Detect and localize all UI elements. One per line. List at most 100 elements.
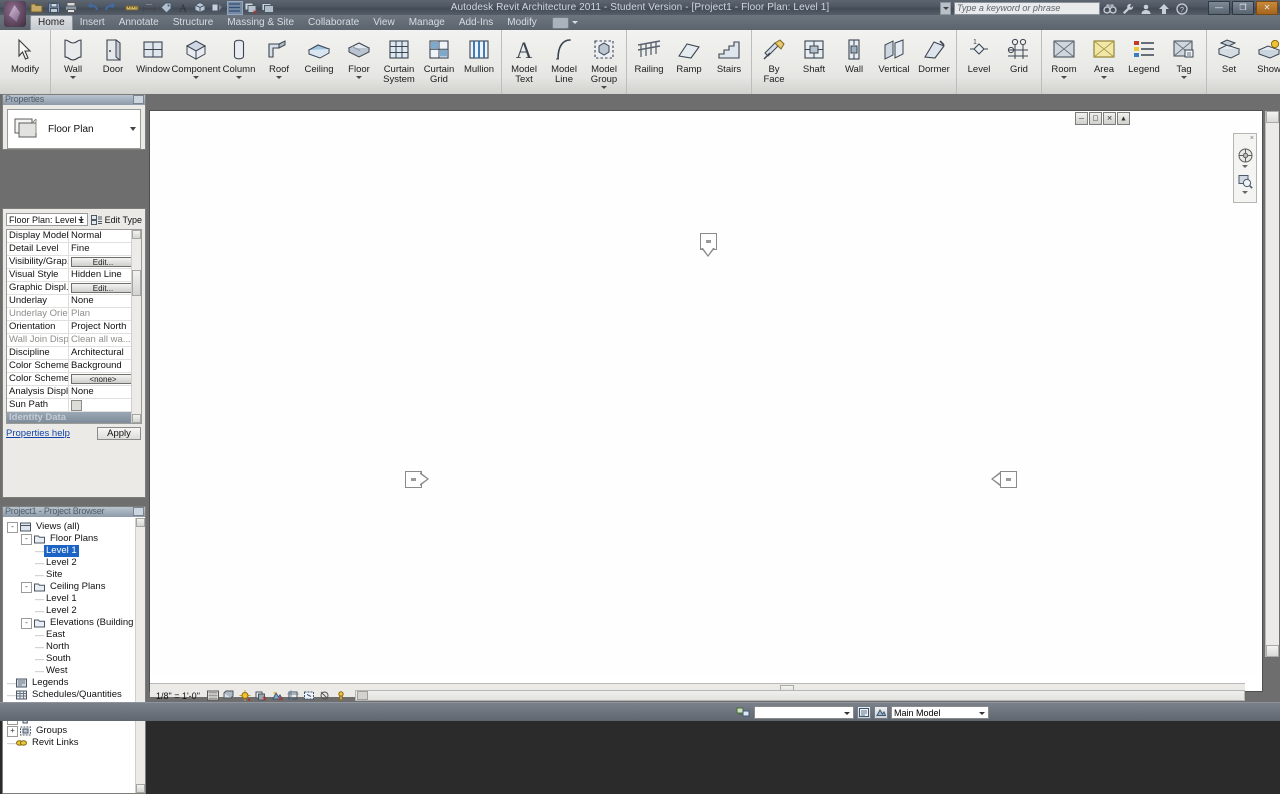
property-row[interactable]: Graphic Displ... Edit... bbox=[7, 282, 141, 295]
ribbon-tab-collaborate[interactable]: Collaborate bbox=[301, 15, 366, 30]
tree-item[interactable]: — South bbox=[3, 653, 145, 665]
collapse-icon[interactable]: - bbox=[21, 533, 32, 545]
ribbon-button-model-line[interactable]: Model Line bbox=[544, 32, 584, 85]
ribbon-button-ramp[interactable]: Ramp bbox=[669, 32, 709, 75]
ribbon-button-railing[interactable]: Railing bbox=[629, 32, 669, 75]
measure-icon[interactable] bbox=[125, 1, 141, 15]
property-row[interactable]: Sun Path bbox=[7, 399, 141, 412]
property-row[interactable]: Display Model Normal bbox=[7, 230, 141, 243]
binoculars-icon[interactable] bbox=[1103, 3, 1118, 15]
tree-item[interactable]: — East bbox=[3, 629, 145, 641]
apply-button[interactable]: Apply bbox=[97, 427, 141, 440]
property-row[interactable]: Visual Style Hidden Line bbox=[7, 269, 141, 282]
design-options-button[interactable] bbox=[874, 705, 888, 719]
chevron-down-icon[interactable] bbox=[77, 219, 84, 222]
ribbon-button-curtain-grid[interactable]: Curtain Grid bbox=[419, 32, 459, 85]
exchange-icon[interactable] bbox=[1157, 3, 1172, 15]
tree-item[interactable]: - Elevations (Building Elevation) bbox=[3, 617, 145, 629]
ribbon-tab-modify[interactable]: Modify bbox=[500, 15, 543, 30]
thin-lines-icon[interactable] bbox=[227, 0, 243, 15]
project-browser-close-icon[interactable] bbox=[133, 507, 144, 516]
property-row[interactable]: Visibility/Grap... Edit... bbox=[7, 256, 141, 269]
close-hidden-windows-icon[interactable] bbox=[244, 1, 260, 15]
property-row[interactable]: Color Scheme...Background bbox=[7, 360, 141, 373]
ribbon-tab-insert[interactable]: Insert bbox=[73, 15, 112, 30]
close-button[interactable]: ✕ bbox=[1256, 1, 1278, 15]
collapse-icon[interactable]: - bbox=[21, 581, 32, 593]
view-scroll-up-button[interactable]: ▲ bbox=[1117, 112, 1130, 125]
chevron-down-icon[interactable] bbox=[601, 86, 607, 89]
tree-item[interactable]: — Level 1 bbox=[3, 593, 145, 605]
section-icon[interactable] bbox=[210, 1, 226, 15]
ribbon-button-show[interactable]: Show bbox=[1249, 32, 1280, 75]
steering-wheel-dropdown-icon[interactable] bbox=[1242, 165, 1248, 168]
type-selector-dropdown-icon[interactable] bbox=[130, 127, 136, 131]
chevron-down-icon[interactable] bbox=[844, 711, 850, 715]
properties-grid-scrollbar[interactable] bbox=[131, 230, 141, 423]
properties-palette-titlebar[interactable]: Properties bbox=[3, 95, 145, 105]
editing-requests-button[interactable] bbox=[857, 705, 871, 719]
temporary-hide-isolate-icon[interactable] bbox=[319, 690, 332, 702]
property-row[interactable]: Analysis Displ...None bbox=[7, 386, 141, 399]
drawing-canvas[interactable]: × bbox=[150, 111, 1262, 674]
ribbon-button-level[interactable]: 1 Level bbox=[959, 32, 999, 75]
chevron-down-icon[interactable] bbox=[1061, 76, 1067, 79]
collapse-icon[interactable]: - bbox=[21, 617, 32, 629]
chevron-down-icon[interactable] bbox=[1181, 76, 1187, 79]
text-icon[interactable]: A bbox=[176, 1, 192, 15]
project-browser-titlebar[interactable]: Project1 - Project Browser bbox=[3, 507, 145, 517]
ribbon-tab-annotate[interactable]: Annotate bbox=[112, 15, 166, 30]
ribbon-button-vertical[interactable]: Vertical bbox=[874, 32, 914, 75]
property-row[interactable]: Underlay None bbox=[7, 295, 141, 308]
switch-windows-icon[interactable] bbox=[261, 1, 277, 15]
tree-item[interactable]: — Level 1 bbox=[3, 545, 145, 557]
shadows-icon[interactable] bbox=[255, 690, 268, 702]
help-search-input[interactable]: Type a keyword or phrase bbox=[954, 2, 1100, 15]
elevation-marker-west[interactable] bbox=[405, 471, 429, 488]
tree-item[interactable]: - Floor Plans bbox=[3, 533, 145, 545]
ribbon-tab-structure[interactable]: Structure bbox=[166, 15, 221, 30]
view-restore-button[interactable]: ☐ bbox=[1089, 112, 1102, 125]
show-crop-region-icon[interactable] bbox=[303, 690, 316, 702]
visual-style-icon[interactable] bbox=[223, 690, 236, 702]
tree-item[interactable]: - Views (all) bbox=[3, 521, 145, 533]
steering-wheel-icon[interactable] bbox=[1236, 146, 1254, 164]
tree-item[interactable]: — West bbox=[3, 665, 145, 677]
tree-item[interactable]: — Schedules/Quantities bbox=[3, 689, 145, 701]
elevation-marker-east[interactable] bbox=[991, 471, 1017, 488]
open-icon[interactable] bbox=[30, 1, 46, 15]
ribbon-button-set[interactable]: Set bbox=[1209, 32, 1249, 75]
property-row[interactable]: Orientation Project North bbox=[7, 321, 141, 334]
tree-item[interactable]: - Ceiling Plans bbox=[3, 581, 145, 593]
chevron-down-icon[interactable] bbox=[193, 76, 199, 79]
zoom-icon[interactable] bbox=[1236, 172, 1254, 190]
ribbon-button-ceiling[interactable]: Ceiling bbox=[299, 32, 339, 75]
ribbon-button-curtain-system[interactable]: Curtain System bbox=[379, 32, 419, 85]
ribbon-tab-massing-site[interactable]: Massing & Site bbox=[220, 15, 301, 30]
properties-palette-close-icon[interactable] bbox=[133, 95, 144, 104]
elevation-marker-north[interactable] bbox=[700, 233, 717, 257]
property-row[interactable]: Wall Join Disp...Clean all wa... bbox=[7, 334, 141, 347]
properties-grid[interactable]: Display Model Normal Detail Level Fine Visib… bbox=[6, 229, 142, 424]
application-menu-button[interactable] bbox=[2, 0, 28, 30]
default-3d-view-icon[interactable] bbox=[193, 1, 209, 15]
print-icon[interactable] bbox=[64, 1, 80, 15]
ribbon-button-modify[interactable]: Modify bbox=[2, 32, 48, 75]
grid-scroll-down-button[interactable] bbox=[132, 414, 141, 423]
property-edit-button[interactable]: Edit... bbox=[71, 283, 135, 293]
ribbon-button-stairs[interactable]: Stairs bbox=[709, 32, 749, 75]
worksets-icon[interactable] bbox=[735, 705, 751, 719]
tree-item[interactable]: — North bbox=[3, 641, 145, 653]
ribbon-button-column[interactable]: Column bbox=[219, 32, 259, 79]
project-browser-tree[interactable]: - Views (all) - Floor Plans — Level 1— Level 2… bbox=[3, 518, 145, 793]
ribbon-button-shaft[interactable]: Shaft bbox=[794, 32, 834, 75]
ribbon-button-door[interactable]: Door bbox=[93, 32, 133, 75]
minimize-button[interactable]: — bbox=[1208, 1, 1230, 15]
view-scale[interactable]: 1/8" = 1'-0" bbox=[150, 691, 204, 701]
ribbon-tab-manage[interactable]: Manage bbox=[402, 15, 452, 30]
scroll-up-button[interactable] bbox=[1266, 111, 1279, 123]
properties-help-link[interactable]: Properties help bbox=[6, 428, 70, 439]
property-row[interactable]: Discipline Architectural bbox=[7, 347, 141, 360]
ribbon-button-mullion[interactable]: Mullion bbox=[459, 32, 499, 75]
wrench-icon[interactable] bbox=[1121, 3, 1136, 15]
